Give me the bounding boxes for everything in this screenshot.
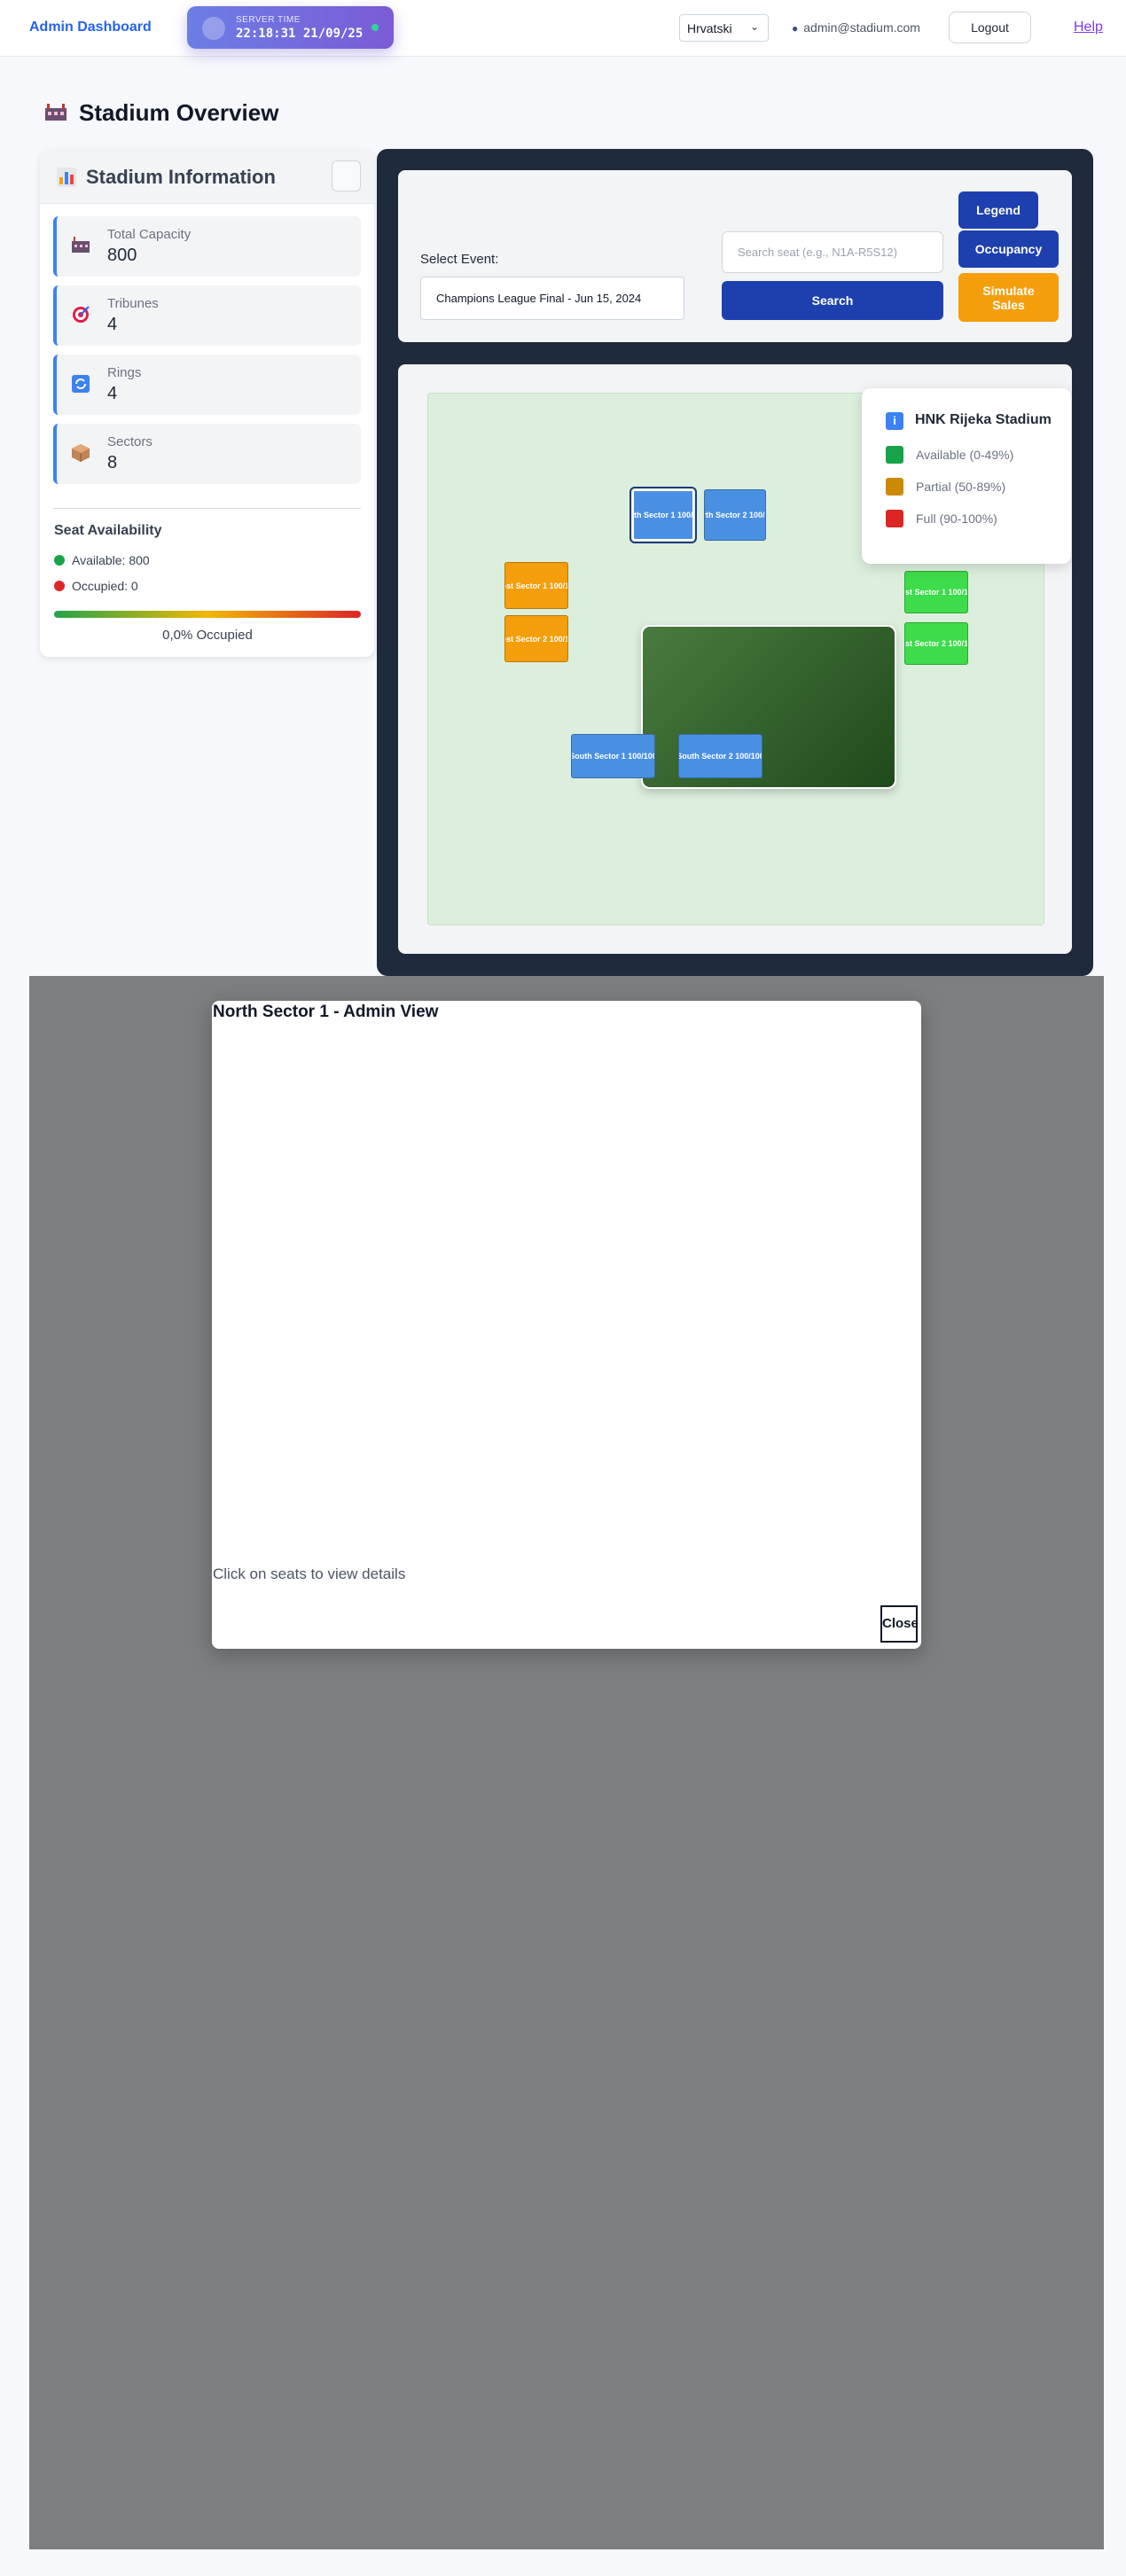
legend-button[interactable]: Legend — [958, 191, 1038, 229]
clock-icon — [202, 17, 225, 40]
orange-swatch-icon — [886, 478, 903, 496]
user-icon: ● — [792, 22, 799, 35]
occupied-percent: 0,0% Occupied — [162, 628, 253, 643]
legend-item-label: Available (0-49%) — [916, 448, 1014, 462]
sector-south-2[interactable]: South Sector 2 100/100 — [678, 734, 762, 778]
help-link[interactable]: Help — [1074, 20, 1103, 35]
brand-link[interactable]: Admin Dashboard — [29, 20, 152, 35]
modal-title: North Sector 1 - Admin View — [213, 1003, 439, 1021]
event-select-label: Select Event: — [420, 252, 499, 267]
controls-card: Select Event: Champions League Final - J… — [398, 170, 1072, 342]
stadium-info-title: Stadium Information — [86, 166, 276, 188]
event-select[interactable]: Champions League Final - Jun 15, 2024 — [420, 277, 684, 320]
page-title-text: Stadium Overview — [79, 99, 279, 126]
red-swatch-icon — [886, 510, 903, 527]
simulate-button-line2: Sales — [992, 298, 1025, 312]
close-button[interactable]: Close — [880, 1605, 919, 1643]
stat-label: Tribunes — [107, 296, 159, 311]
occupied-count: Occupied: 0 — [54, 579, 138, 593]
divider — [53, 508, 361, 509]
info-icon: i — [886, 412, 903, 430]
bar-chart-icon — [57, 168, 76, 187]
modal-hint: Click on seats to view details — [213, 1565, 406, 1582]
seat-search-input[interactable]: Search seat (e.g., N1A-R5S12) — [722, 231, 943, 273]
target-icon — [73, 306, 90, 323]
live-status-dot — [371, 24, 379, 31]
occupied-text: Occupied: 0 — [72, 579, 138, 593]
occupancy-button[interactable]: Occupancy — [958, 230, 1059, 268]
package-icon — [72, 444, 90, 462]
green-swatch-icon — [886, 446, 903, 464]
sector-west-2[interactable]: West Sector 2 100/100 — [504, 615, 568, 662]
sector-east-2[interactable]: East Sector 2 100/100 — [904, 622, 968, 665]
sector-north-1[interactable]: North Sector 1 100/100 — [629, 487, 697, 543]
stat-rings: Rings 4 — [53, 355, 361, 415]
stat-value: 4 — [107, 315, 118, 334]
stat-sectors: Sectors 8 — [53, 424, 361, 484]
stat-value: 4 — [107, 384, 118, 403]
user-email: admin@stadium.com — [803, 20, 920, 35]
collapse-toggle-button[interactable] — [332, 160, 361, 191]
stat-value: 800 — [107, 246, 137, 265]
server-time-value: 22:18:31 21/09/25 — [236, 27, 364, 41]
stat-total-capacity: Total Capacity 800 — [53, 216, 361, 277]
sector-north-2[interactable]: North Sector 2 100/100 — [704, 489, 766, 541]
simulate-button-line1: Simulate — [982, 284, 1035, 298]
logout-button[interactable]: Logout — [949, 12, 1031, 43]
occupancy-bar — [54, 611, 361, 618]
legend-item-partial: Partial (50-89%) — [886, 478, 1005, 496]
search-button[interactable]: Search — [722, 281, 943, 320]
sector-east-1[interactable]: East Sector 1 100/100 — [904, 571, 968, 613]
available-count: Available: 800 — [54, 553, 150, 567]
chevron-down-icon: ⌄ — [749, 20, 759, 33]
refresh-icon — [72, 375, 90, 393]
modal-overlay[interactable]: North Sector 1 - Admin View Click on sea… — [29, 976, 1104, 2549]
legend-item-label: Full (90-100%) — [916, 511, 997, 526]
legend-item-available: Available (0-49%) — [886, 446, 1013, 464]
stadium-info-header: Stadium Information — [40, 151, 374, 204]
stadium-info-panel: Stadium Information Total Capacity 800 T… — [40, 151, 374, 657]
language-select-value: Hrvatski — [687, 21, 732, 35]
legend-item-full: Full (90-100%) — [886, 510, 997, 527]
seat-availability-title: Seat Availability — [54, 523, 162, 538]
sector-modal: North Sector 1 - Admin View Click on sea… — [212, 1001, 921, 1649]
stadium-icon — [45, 104, 66, 121]
server-time-label: SERVER TIME — [236, 15, 301, 25]
sector-south-1[interactable]: South Sector 1 100/100 — [571, 734, 655, 778]
user-info: ● admin@stadium.com — [792, 20, 920, 35]
language-select[interactable]: Hrvatski ⌄ — [679, 14, 769, 42]
legend-item-label: Partial (50-89%) — [916, 480, 1006, 494]
stadium-map-panel: Select Event: Champions League Final - J… — [377, 149, 1093, 976]
stadium-icon — [72, 237, 90, 253]
red-dot-icon — [54, 581, 65, 591]
simulate-sales-button[interactable]: Simulate Sales — [958, 273, 1059, 322]
stat-label: Rings — [107, 365, 142, 380]
sector-west-1[interactable]: West Sector 1 100/100 — [504, 562, 568, 609]
map-card: North Sector 1 100/100 North Sector 2 10… — [398, 364, 1072, 954]
stat-value: 8 — [107, 453, 118, 472]
legend-title: HNK Rijeka Stadium — [915, 412, 1052, 427]
green-dot-icon — [54, 555, 65, 566]
top-navbar: Admin Dashboard SERVER TIME 22:18:31 21/… — [0, 0, 1126, 57]
legend-popup: i HNK Rijeka Stadium Available (0-49%) P… — [862, 388, 1071, 564]
available-text: Available: 800 — [72, 553, 150, 567]
stat-label: Total Capacity — [107, 227, 192, 242]
stat-label: Sectors — [107, 434, 152, 449]
stat-tribunes: Tribunes 4 — [53, 285, 361, 346]
page-title: Stadium Overview — [43, 99, 278, 127]
server-time-badge: SERVER TIME 22:18:31 21/09/25 — [187, 6, 394, 49]
